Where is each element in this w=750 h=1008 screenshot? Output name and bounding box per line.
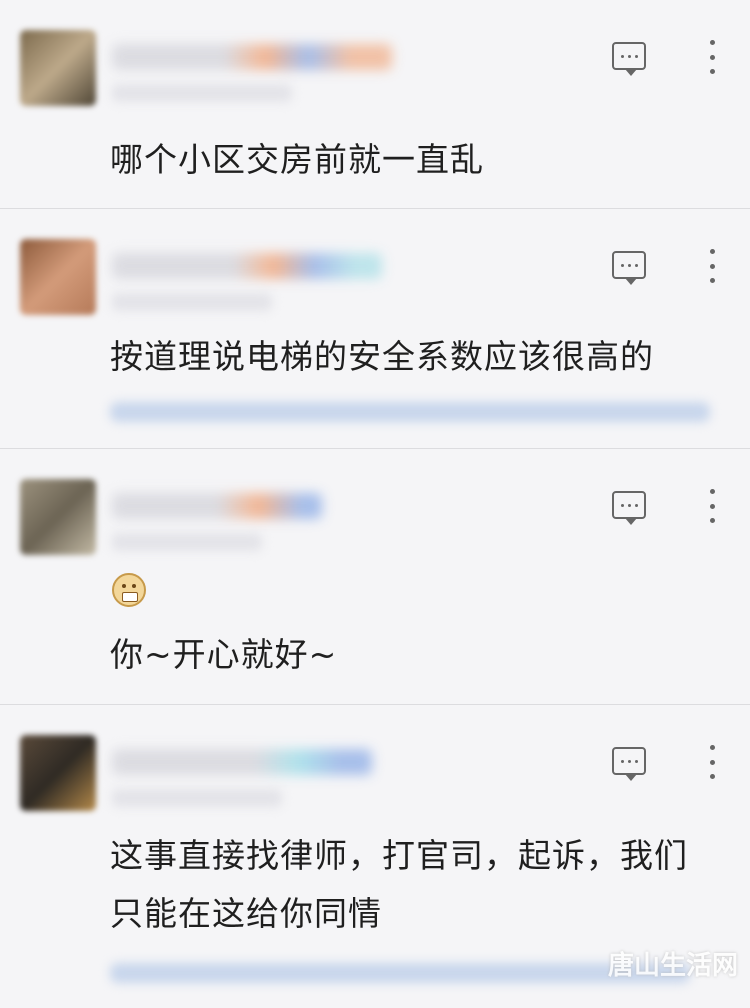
avatar[interactable] — [20, 239, 96, 315]
comment-reply-icon[interactable] — [612, 42, 646, 76]
more-vertical-icon[interactable] — [706, 40, 718, 74]
comment-reply-icon[interactable] — [612, 251, 646, 285]
avatar[interactable] — [20, 479, 96, 555]
meta-blurred — [112, 533, 262, 551]
meta-blurred — [112, 84, 292, 102]
more-vertical-icon[interactable] — [706, 489, 718, 523]
avatar[interactable] — [20, 30, 96, 106]
meta-blurred — [112, 789, 282, 807]
more-vertical-icon[interactable] — [706, 249, 718, 283]
avatar[interactable] — [20, 735, 96, 811]
username-blurred[interactable] — [112, 253, 382, 279]
comment-text: 你~开心就好~ — [110, 635, 338, 674]
username-blurred[interactable] — [112, 44, 392, 70]
comment-item: 按道理说电梯的安全系数应该很高的 — [0, 209, 750, 449]
username-blurred[interactable] — [112, 493, 322, 519]
comment-reply-icon[interactable] — [612, 747, 646, 781]
username-blurred[interactable] — [112, 749, 372, 775]
comment-item: 你~开心就好~ — [0, 449, 750, 705]
reply-preview-blurred[interactable] — [110, 963, 690, 983]
meta-blurred — [112, 293, 272, 311]
comment-item: 哪个小区交房前就一直乱 — [0, 0, 750, 209]
comment-text: 这事直接找律师，打官司，起诉，我们只能在这给你同情 — [110, 836, 688, 933]
comment-text: 哪个小区交房前就一直乱 — [110, 140, 484, 179]
reply-preview-blurred[interactable] — [110, 402, 710, 422]
comment-text: 按道理说电梯的安全系数应该很高的 — [110, 337, 654, 376]
more-vertical-icon[interactable] — [706, 745, 718, 779]
grimace-emoji-icon — [112, 573, 146, 607]
comment-reply-icon[interactable] — [612, 491, 646, 525]
watermark-logo: 唐山生活网 — [607, 951, 738, 981]
